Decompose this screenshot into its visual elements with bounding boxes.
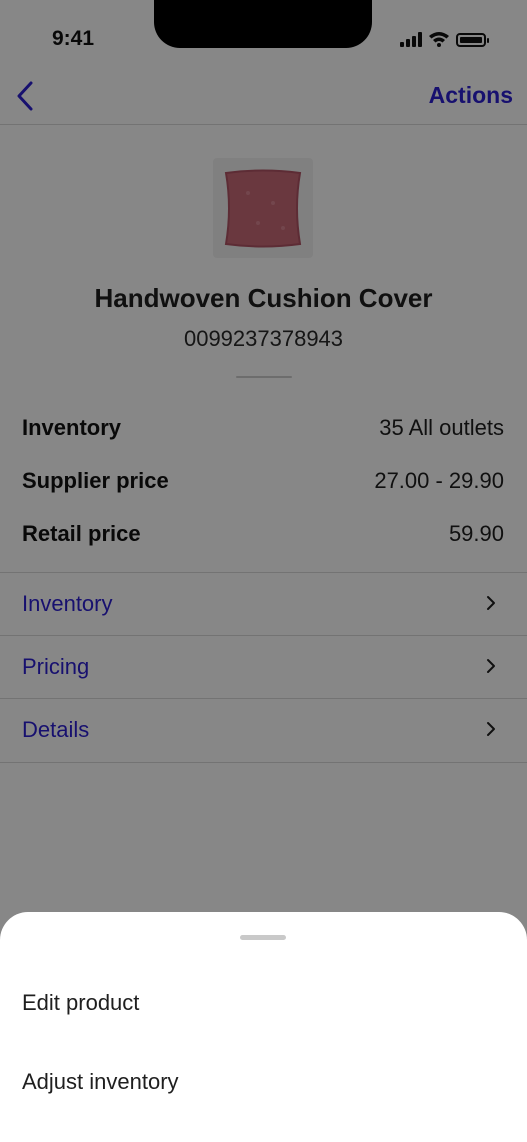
adjust-inventory-option[interactable]: Adjust inventory — [22, 1069, 179, 1095]
sheet-grabber[interactable] — [240, 935, 286, 940]
action-sheet: Edit product Adjust inventory — [0, 912, 527, 1142]
edit-product-option[interactable]: Edit product — [22, 990, 139, 1016]
